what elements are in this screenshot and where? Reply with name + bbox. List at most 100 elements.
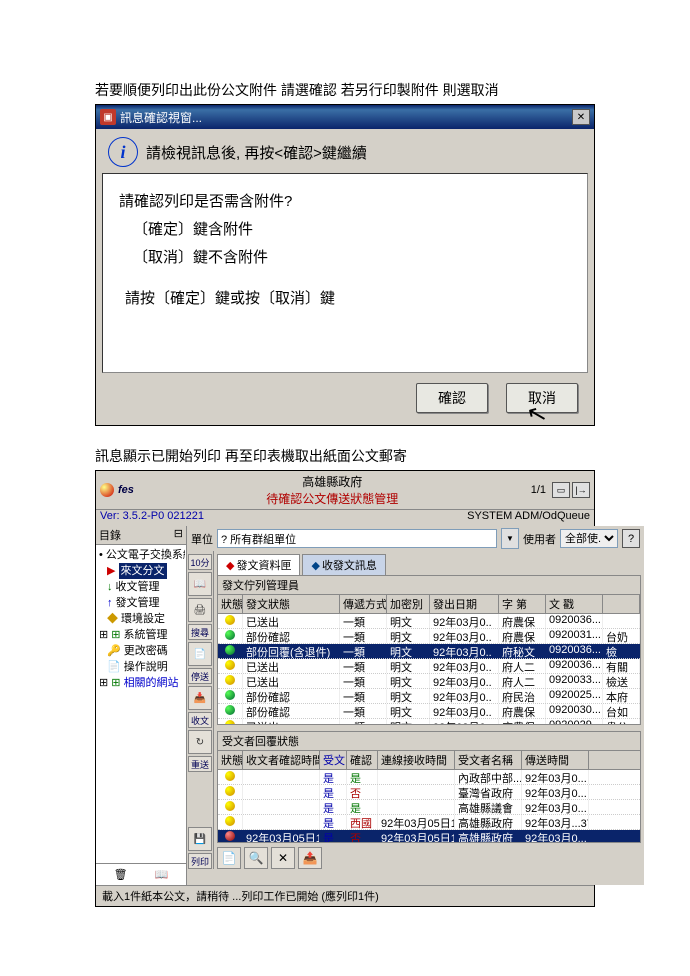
v-btn-save[interactable]: 💾: [188, 827, 212, 851]
tab-outbox[interactable]: ◆發文資料匣: [217, 554, 300, 575]
table-row[interactable]: 已送出一類明文92年03月0..府農保0920029...貴公: [218, 719, 640, 724]
app-icon: ▣: [100, 109, 116, 125]
section-title-1: 發文佇列管理員: [218, 576, 640, 595]
v-btn-recv[interactable]: 📥: [188, 686, 212, 710]
vertical-toolbar: 10分 📖 🖨 搜尋 📄 停送 📥 收文 ↻ 重送 💾: [187, 551, 214, 869]
dialog-line1: 請確認列印是否需含附件?: [119, 188, 571, 216]
sidebar-collapse-icon[interactable]: ⊟: [174, 527, 183, 543]
tree-node[interactable]: • 公文電子交換系統: [97, 547, 185, 563]
tab-icon: ◆: [226, 560, 234, 572]
status-bar: 載入1件紙本公文，請稍待 ...列印工作已開始 (應列印1件): [96, 885, 594, 906]
tree-node[interactable]: ▶ 來文分文: [97, 563, 185, 579]
cancel-button[interactable]: 取消: [506, 383, 578, 413]
user-label: 使用者: [523, 531, 556, 547]
tree-node[interactable]: ◆ 環境設定: [97, 611, 185, 627]
table-row[interactable]: 已送出一類明文92年03月0..府人二0920036...有關: [218, 659, 640, 674]
col-status[interactable]: 狀態: [218, 595, 243, 613]
unit-input[interactable]: [217, 529, 497, 548]
help-icon[interactable]: ?: [622, 529, 640, 548]
bot-btn-3[interactable]: ✕: [271, 847, 295, 869]
version-text: Ver: 3.5.2-P0 021221: [100, 510, 204, 522]
status-text: 載入1件紙本公文，請稍待 ...列印工作已開始 (應列印1件): [102, 888, 379, 904]
col2-confirm-time[interactable]: 收文者確認時間: [243, 751, 320, 769]
dialog-line2: 〔確定〕鍵含附件: [119, 216, 571, 244]
table-row[interactable]: 部份確認一類明文92年03月0..府農保0920031...台奶: [218, 629, 640, 644]
tree-node[interactable]: ↑ 發文管理: [97, 595, 185, 611]
dialog-line3: 〔取消〕鍵不含附件: [119, 244, 571, 272]
v-btn-pause[interactable]: 停送: [188, 668, 212, 684]
section-title-2: 受文者回覆狀態: [218, 732, 640, 751]
tree-node[interactable]: ⊞ ⊞ 相關的網站: [97, 675, 185, 691]
system-text: SYSTEM ADM/OdQueue: [467, 510, 590, 522]
sidebar-header: 目錄: [99, 527, 121, 543]
v-btn-print[interactable]: 🖨: [188, 598, 212, 622]
sidebar: 目錄⊟ • 公文電子交換系統▶ 來文分文↓ 收文管理↑ 發文管理◆ 環境設定⊞ …: [96, 526, 187, 885]
instruction-1: 若要順便列印出此份公文附件 請選確認 若另行印製附件 則選取消: [95, 80, 595, 100]
instruction-2: 訊息顯示已開始列印 再至印表機取出紙面公文郵寄: [95, 446, 595, 466]
col2-status[interactable]: 狀態: [218, 751, 243, 769]
app-logo-icon: [100, 483, 114, 497]
col-method[interactable]: 傳遞方式: [340, 595, 387, 613]
unit-dropdown-icon[interactable]: ▼: [501, 528, 519, 549]
win-min-icon[interactable]: ▭: [552, 482, 570, 498]
dialog-body: 請確認列印是否需含附件? 〔確定〕鍵含附件 〔取消〕鍵不含附件 請按〔確定〕鍵或…: [102, 173, 588, 373]
dialog-titlebar: ▣ 訊息確認視窗... ✕: [96, 105, 594, 129]
bot-btn-1[interactable]: 📄: [217, 847, 241, 869]
table-row[interactable]: 部份確認一類明文92年03月0..府農保0920030...台如: [218, 704, 640, 719]
tab-icon: ◆: [311, 560, 319, 572]
app-window: fes 高雄縣政府 待確認公文傳送狀態管理 1/1 ▭ |→ Ver: 3.5.…: [95, 470, 595, 907]
table-row[interactable]: 是西國92年03月05日1..高雄縣政府92年03月...37: [218, 815, 640, 830]
col-crypt[interactable]: 加密別: [387, 595, 430, 613]
info-icon: i: [108, 137, 138, 167]
unit-label: 單位: [191, 531, 213, 547]
table-row[interactable]: 是是高雄縣議會92年03月0...: [218, 800, 640, 815]
v-btn-book[interactable]: 📖: [188, 572, 212, 596]
user-select[interactable]: 全部使...: [560, 529, 618, 548]
col-no[interactable]: 字 第: [499, 595, 546, 613]
confirm-dialog: ▣ 訊息確認視窗... ✕ i 請檢視訊息後, 再按<確認>鍵繼續 請確認列印是…: [95, 104, 595, 426]
v-btn-print2[interactable]: 列印: [188, 853, 212, 869]
col-sendstatus[interactable]: 發文狀態: [243, 595, 340, 613]
col2-send[interactable]: 傳送時間: [522, 751, 589, 769]
bot-btn-2[interactable]: 🔍: [244, 847, 268, 869]
dialog-header-text: 請檢視訊息後, 再按<確認>鍵繼續: [146, 142, 367, 163]
col-stamp[interactable]: 文 戳: [546, 595, 603, 613]
tab-messages[interactable]: ◆收發文訊息: [302, 554, 385, 575]
col2-name[interactable]: 受文者名稱: [455, 751, 522, 769]
app-title-line2: 待確認公文傳送狀態管理: [266, 492, 398, 506]
col-date[interactable]: 發出日期: [430, 595, 499, 613]
app-title-line1: 高雄縣政府: [302, 475, 362, 489]
v-btn-10min[interactable]: 10分: [188, 554, 212, 570]
tree-node[interactable]: 📄 操作說明: [97, 659, 185, 675]
col2-ok[interactable]: 確認: [347, 751, 378, 769]
tree-node[interactable]: 🔑 更改密碼: [97, 643, 185, 659]
table-row[interactable]: 是否臺灣省政府92年03月0...: [218, 785, 640, 800]
table-row[interactable]: 部份回覆(含退件)一類明文92年03月0..府秘文0920036...檢: [218, 644, 640, 659]
col-extra[interactable]: [603, 595, 640, 613]
table-row[interactable]: 是是內政部中部...92年03月0...: [218, 770, 640, 785]
page-indicator: 1/1: [531, 484, 546, 496]
outbox-section: 發文佇列管理員 狀態 發文狀態 傳遞方式 加密別 發出日期 字 第: [217, 575, 641, 725]
tree-node[interactable]: ⊞ ⊞ 系統管理: [97, 627, 185, 643]
tree-node[interactable]: ↓ 收文管理: [97, 579, 185, 595]
v-btn-refresh[interactable]: ↻: [188, 730, 212, 754]
v-btn-recv-t[interactable]: 收文: [188, 712, 212, 728]
v-btn-resend[interactable]: 重送: [188, 756, 212, 772]
brand-text: fes: [118, 484, 134, 496]
table-row[interactable]: 已送出一類明文92年03月0..府農保0920036...: [218, 614, 640, 629]
table-row[interactable]: 已送出一類明文92年03月0..府人二0920033...檢送: [218, 674, 640, 689]
col2-recv[interactable]: 受文: [320, 751, 347, 769]
reply-section: 受文者回覆狀態 狀態 收文者確認時間 受文 確認 連線接收時間 受文者名稱: [217, 731, 641, 843]
bot-btn-4[interactable]: 📤: [298, 847, 322, 869]
table-row[interactable]: 部份確認一類明文92年03月0..府民治0920025...本府: [218, 689, 640, 704]
trash-icon[interactable]: 🗑: [114, 868, 128, 881]
v-btn-doc[interactable]: 📄: [188, 642, 212, 666]
book-icon[interactable]: 📖: [155, 868, 169, 881]
close-icon[interactable]: ✕: [572, 109, 590, 125]
dialog-line4: 請按〔確定〕鍵或按〔取消〕鍵: [119, 285, 571, 313]
win-close-icon[interactable]: |→: [572, 482, 590, 498]
col2-conn[interactable]: 連線接收時間: [378, 751, 455, 769]
ok-button[interactable]: 確認: [416, 383, 488, 413]
v-btn-search[interactable]: 搜尋: [188, 624, 212, 640]
table-row[interactable]: 92年03月05日1..是否92年03月05日1..高雄縣政府92年03月0..…: [218, 830, 640, 842]
